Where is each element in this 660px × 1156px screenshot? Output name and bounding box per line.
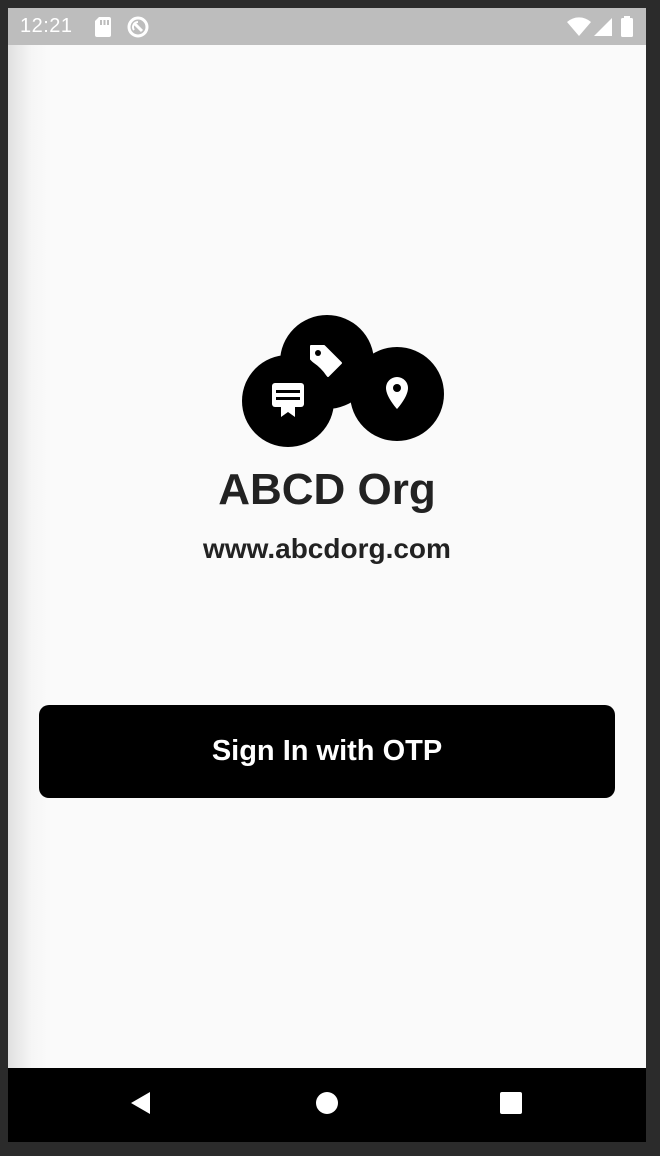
- status-right-icons: [566, 16, 636, 38]
- login-content: ABCD Org www.abcdorg.com Sign In with OT…: [8, 45, 646, 1068]
- pin-circle: [350, 347, 444, 441]
- home-button[interactable]: [287, 1068, 367, 1142]
- cell-signal-icon: [593, 16, 613, 43]
- location-pin-icon: [383, 375, 411, 418]
- app-logo: [240, 315, 446, 457]
- sd-card-icon: [94, 16, 112, 43]
- home-icon: [314, 1090, 340, 1121]
- org-name: ABCD Org: [218, 465, 436, 514]
- card-circle: [242, 355, 334, 447]
- battery-icon: [620, 16, 634, 43]
- org-url: www.abcdorg.com: [203, 533, 451, 564]
- phone-screen: 12:21 ABCD Org www.abcdorg.com Sign In w…: [8, 8, 646, 1142]
- back-button[interactable]: [101, 1068, 181, 1142]
- navigation-bar: [8, 1068, 646, 1142]
- sync-disabled-icon: [126, 16, 150, 45]
- recents-button[interactable]: [471, 1068, 551, 1142]
- status-bar: 12:21: [8, 8, 646, 45]
- sign-in-otp-button[interactable]: Sign In with OTP: [39, 705, 615, 798]
- wifi-icon: [566, 16, 592, 43]
- recents-icon: [498, 1090, 524, 1121]
- back-icon: [128, 1090, 154, 1121]
- status-time: 12:21: [20, 15, 73, 37]
- card-ribbon-icon: [270, 381, 306, 426]
